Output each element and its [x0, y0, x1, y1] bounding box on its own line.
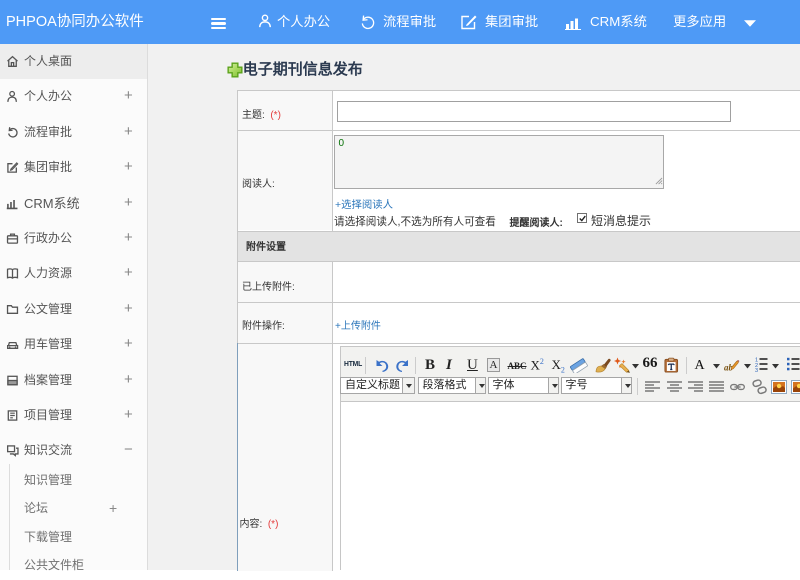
svg-text:3: 3 [755, 368, 758, 372]
